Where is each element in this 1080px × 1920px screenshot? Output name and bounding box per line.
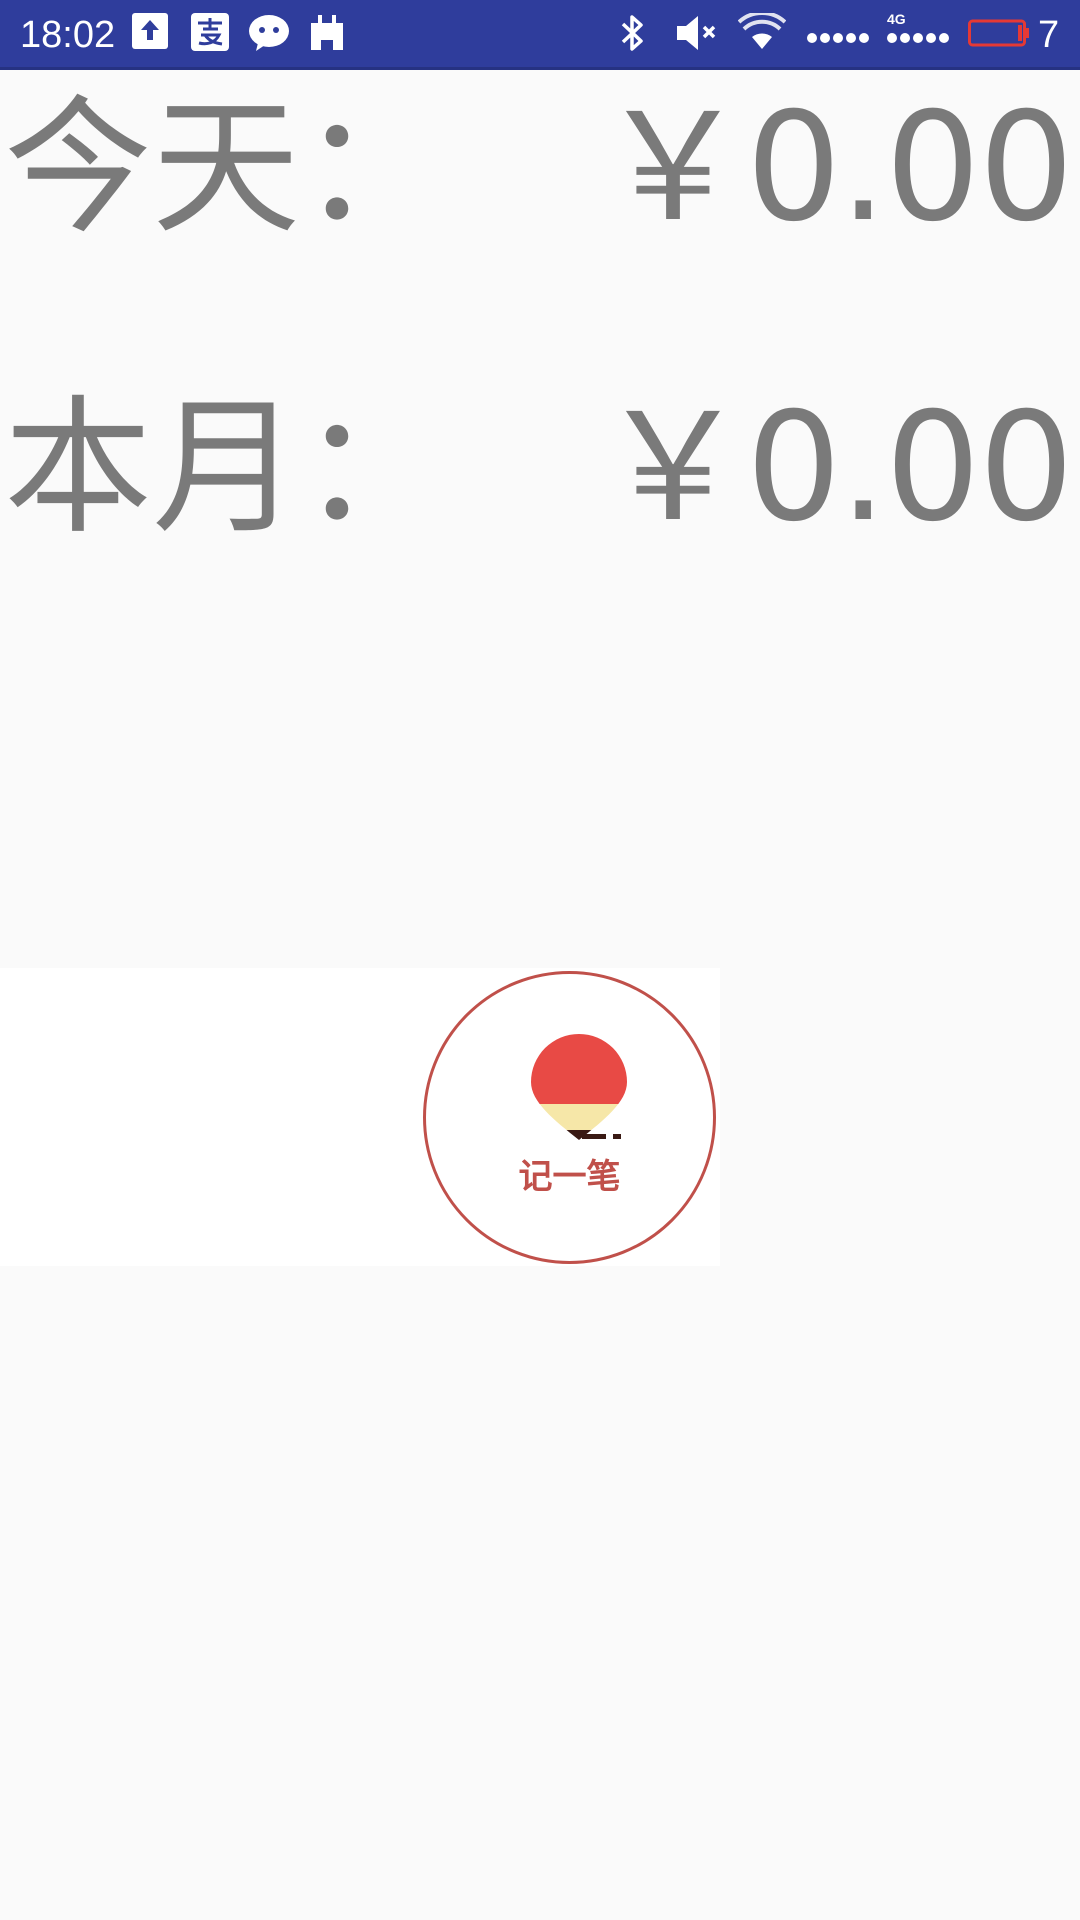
battery-icon <box>968 19 1029 47</box>
bluetooth-icon <box>621 15 643 51</box>
month-amount: ￥0.00 <box>598 381 1074 555</box>
record-button[interactable]: 记一笔 <box>423 971 716 1264</box>
battery-level: 7 <box>1038 14 1060 56</box>
today-label: 今天： <box>4 82 448 254</box>
signal-icon <box>807 33 949 43</box>
calendar-icon <box>311 15 343 50</box>
mute-icon <box>677 16 716 50</box>
wechat-icon <box>249 15 289 51</box>
status-bar-divider <box>0 67 1080 70</box>
upload-icon <box>132 13 168 49</box>
wifi-icon <box>738 13 786 49</box>
network-type: 4G <box>887 11 906 27</box>
status-time: 18:02 <box>20 14 116 56</box>
month-label: 本月： <box>4 382 448 554</box>
today-summary: 今天： ￥0.00 <box>0 83 1080 253</box>
status-bar: 18:02 4G 7 <box>0 0 1080 70</box>
today-amount: ￥0.00 <box>598 81 1074 255</box>
month-summary: 本月： ￥0.00 <box>0 383 1080 553</box>
alipay-icon <box>191 13 229 51</box>
hot-air-balloon-icon <box>531 1034 627 1140</box>
record-button-label: 记一笔 <box>518 1157 621 1197</box>
